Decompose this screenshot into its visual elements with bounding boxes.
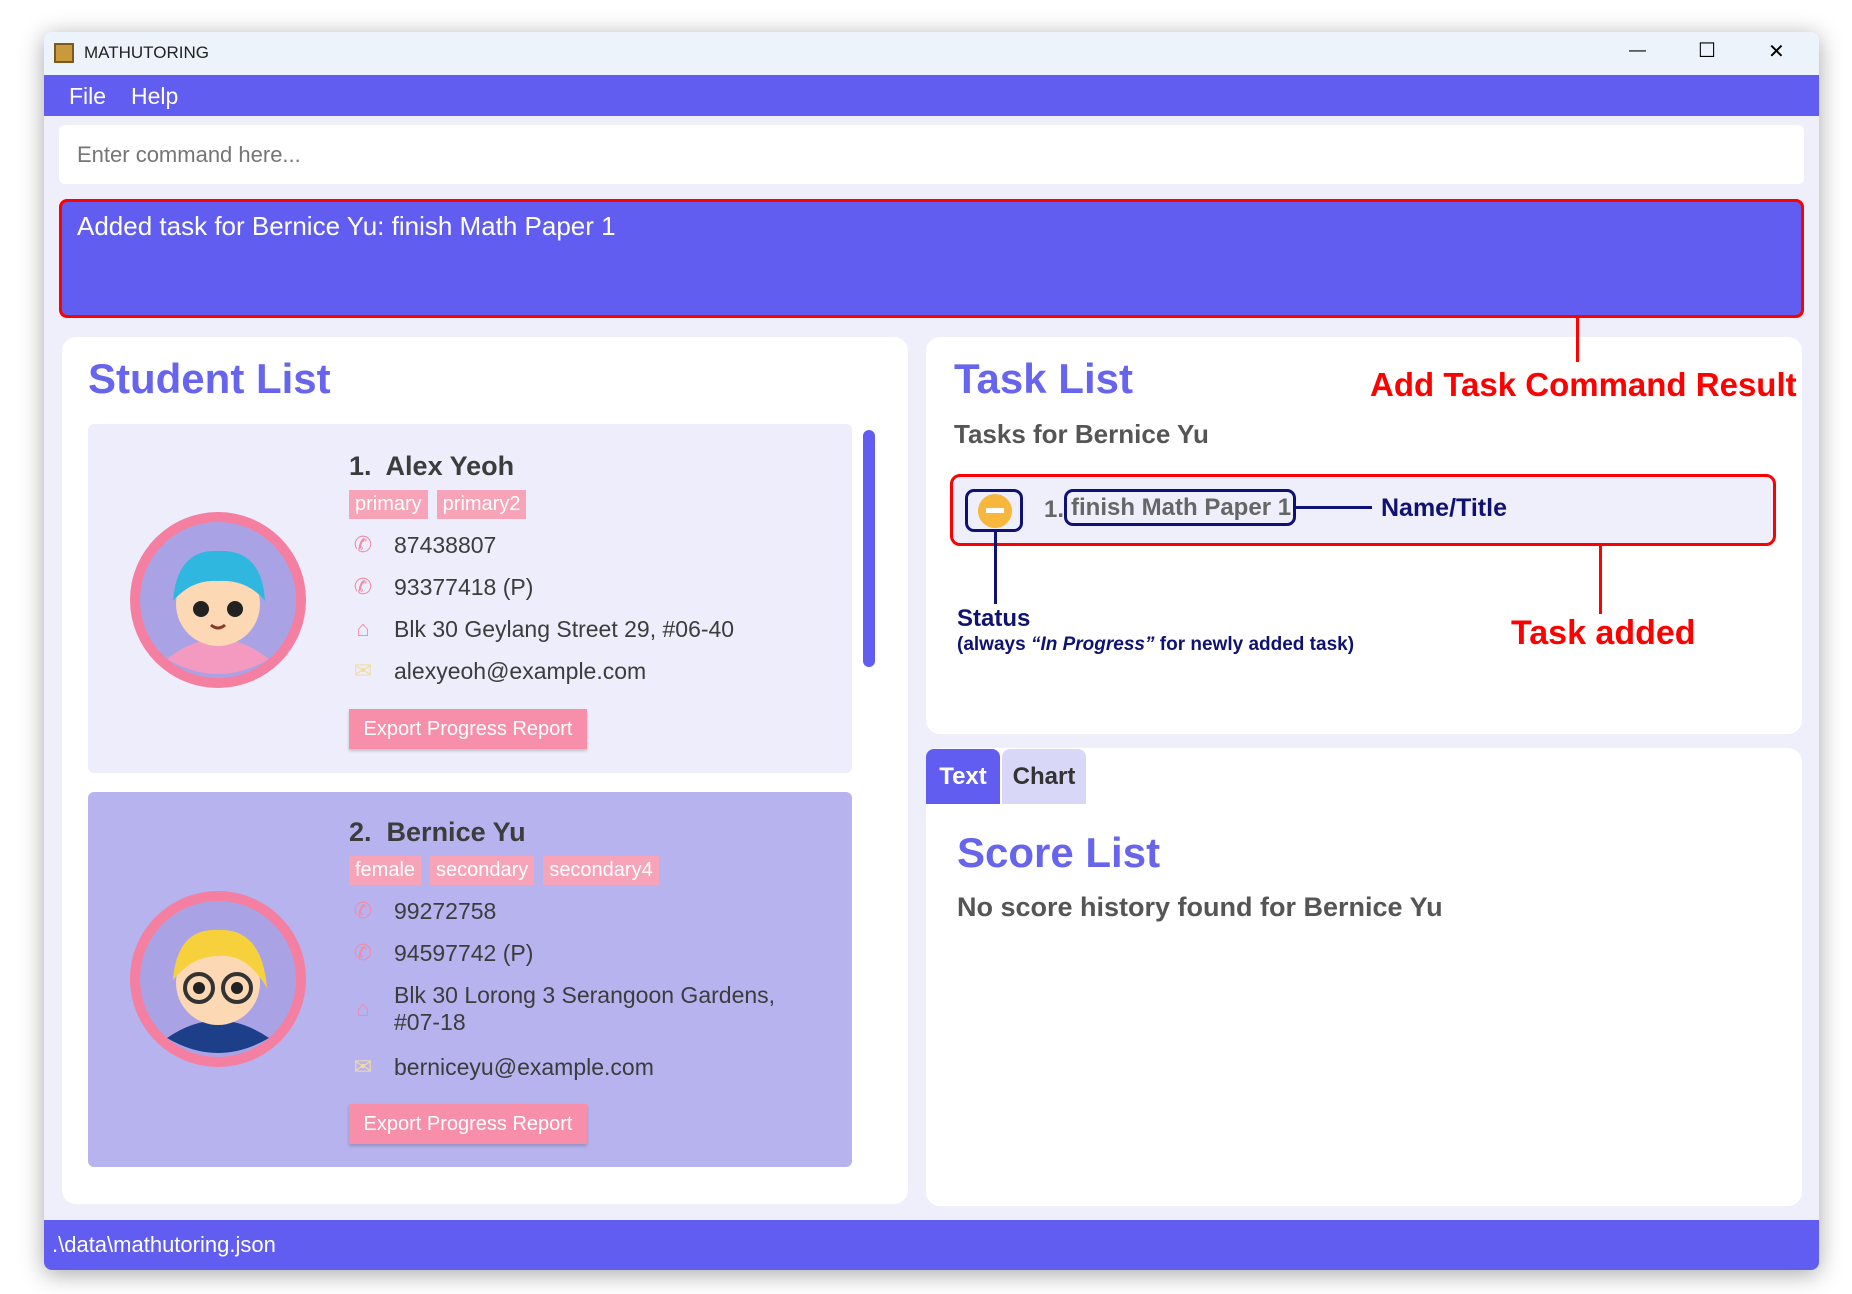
annotation-command-result: Add Task Command Result [1370, 366, 1797, 403]
task-index: 1. [1044, 496, 1065, 523]
annotation-line-task [1599, 546, 1602, 614]
email-icon: ✉ [353, 658, 373, 683]
student-avatar [130, 891, 306, 1067]
tag: primary [349, 490, 428, 519]
command-input[interactable] [59, 125, 1804, 184]
address: Blk 30 Lorong 3 Serangoon Gardens, [394, 982, 776, 1008]
parent-phone: 94597742 (P) [394, 940, 534, 966]
task-name: finish Math Paper 1 [1071, 494, 1292, 521]
score-empty-message: No score history found for Bernice Yu [957, 892, 1443, 922]
scrollbar[interactable] [863, 430, 875, 667]
task-list-title: Task List [954, 355, 1133, 402]
annotation-status-note: (always “In Progress” for newly added ta… [957, 634, 1354, 656]
annotation-task-added: Task added [1511, 614, 1696, 652]
status-bar: .\data\mathutoring.json [44, 1220, 1819, 1270]
email: alexyeoh@example.com [394, 658, 647, 684]
task-list-subtitle: Tasks for Bernice Yu [954, 419, 1209, 449]
email-icon: ✉ [353, 1054, 373, 1079]
menu-file[interactable]: File [69, 83, 106, 110]
address-line-2: #07-18 [394, 1009, 466, 1035]
student-name: 2. Bernice Yu [349, 817, 526, 848]
export-progress-report-button[interactable]: Export Progress Report [349, 1104, 587, 1144]
maximize-button[interactable]: ☐ [1698, 38, 1716, 63]
student-name-text: Alex Yeoh [385, 451, 515, 481]
tag: primary2 [436, 490, 527, 519]
note-emphasis: “In Progress” [1030, 634, 1155, 655]
annotation-name-title: Name/Title [1381, 494, 1507, 522]
menu-help[interactable]: Help [131, 83, 178, 110]
phone-icon: ✆ [353, 898, 373, 923]
annotation-line-name [1296, 506, 1372, 509]
student-card[interactable]: 1. Alex Yeoh primary primary2 ✆ 87438807 … [88, 424, 852, 773]
menu-bar: File Help [44, 75, 1819, 116]
minimize-button[interactable]: — [1629, 40, 1646, 60]
student-name: 1. Alex Yeoh [349, 451, 514, 482]
student-card-selected[interactable]: 2. Bernice Yu female secondary secondary4 … [88, 792, 852, 1167]
parent-phone: 93377418 (P) [394, 574, 534, 600]
address: Blk 30 Geylang Street 29, #06-40 [394, 616, 735, 642]
student-list-title: Student List [88, 355, 331, 402]
tab-text[interactable]: Text [926, 749, 1000, 804]
score-list-title: Score List [957, 829, 1161, 876]
app-logo-icon [54, 43, 74, 63]
close-button[interactable]: ✕ [1768, 39, 1785, 64]
window-title: MATHUTORING [84, 43, 209, 62]
phone-icon: ✆ [353, 574, 373, 599]
home-icon: ⌂ [356, 996, 370, 1021]
phone-icon: ✆ [353, 940, 373, 965]
student-name-text: Bernice Yu [386, 817, 526, 847]
annotation-line-result [1576, 318, 1579, 362]
tag: secondary [430, 856, 535, 885]
phone-icon: ✆ [353, 532, 373, 557]
result-display: Added task for Bernice Yu: finish Math P… [59, 199, 1804, 318]
tag: female [349, 856, 422, 885]
email: berniceyu@example.com [394, 1054, 654, 1080]
note-text: (always [957, 634, 1031, 655]
in-progress-status-icon [978, 494, 1012, 528]
score-panel [926, 748, 1802, 1206]
note-text: for newly added task) [1154, 634, 1355, 655]
tag-list: primary primary2 [349, 490, 535, 519]
student-index: 1. [349, 451, 372, 481]
export-progress-report-button[interactable]: Export Progress Report [349, 709, 587, 749]
phone: 87438807 [394, 532, 497, 558]
annotation-line-status [994, 532, 997, 604]
task-item[interactable]: 1. finish Math Paper 1 [950, 474, 1776, 546]
student-index: 2. [349, 817, 372, 847]
annotation-status: Status [957, 605, 1031, 632]
student-avatar [130, 512, 306, 688]
tag-list: female secondary secondary4 [349, 856, 668, 885]
result-text: Added task for Bernice Yu: finish Math P… [77, 211, 616, 241]
tag: secondary4 [543, 856, 659, 885]
student-list-panel: Student List 1. Alex Yeoh primary primary… [62, 337, 908, 1204]
home-icon: ⌂ [356, 616, 370, 641]
title-bar: MATHUTORING — ☐ ✕ [44, 32, 1819, 75]
phone: 99272758 [394, 898, 497, 924]
tab-chart[interactable]: Chart [1002, 749, 1086, 804]
data-file-path: .\data\mathutoring.json [52, 1232, 276, 1257]
